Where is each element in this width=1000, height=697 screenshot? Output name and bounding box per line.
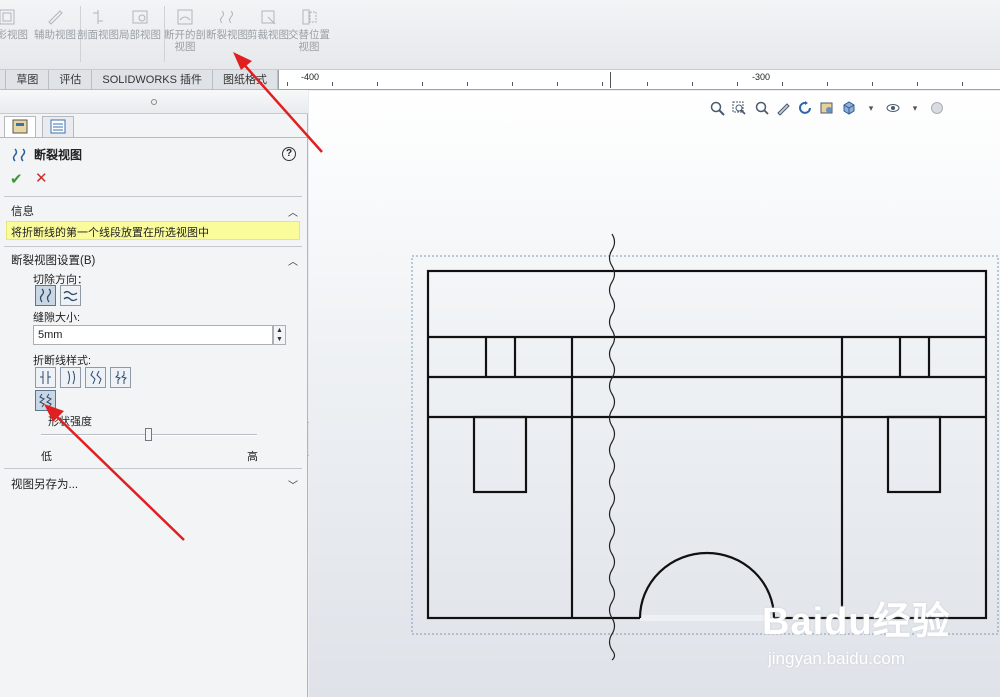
- semicircle-cutout: [638, 551, 776, 621]
- view-boundary: [411, 255, 999, 635]
- watermark-logo: Baidu经验: [762, 601, 951, 643]
- break-line[interactable]: [608, 233, 616, 661]
- baidu-watermark: Baidu经验 jingyan.baidu.com: [762, 590, 951, 668]
- watermark-url: jingyan.baidu.com: [768, 649, 906, 668]
- part-geometry: [426, 269, 988, 620]
